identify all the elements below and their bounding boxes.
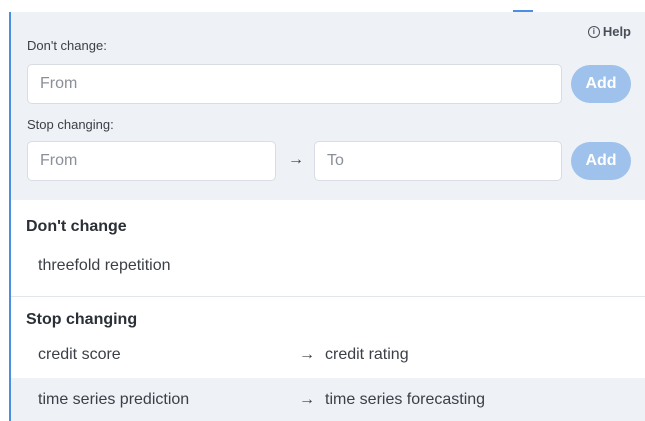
dont-change-from-input[interactable]	[27, 64, 562, 104]
word-replacement-settings: i Help Don't change: Add Stop changing: …	[0, 0, 645, 421]
stop-changing-row[interactable]: time series prediction → time series for…	[11, 378, 645, 421]
help-link[interactable]: i Help	[587, 24, 631, 39]
section-divider	[11, 296, 645, 297]
info-icon: i	[587, 25, 600, 38]
dont-change-label: Don't change:	[27, 38, 107, 53]
arrow-icon: →	[299, 346, 315, 363]
stop-changing-section-title: Stop changing	[26, 311, 138, 328]
dont-change-section-title: Don't change	[26, 218, 127, 235]
dont-change-item[interactable]: threefold repetition	[38, 257, 171, 275]
stop-changing-add-button[interactable]: Add	[571, 142, 631, 180]
stop-changing-label: Stop changing:	[27, 117, 114, 132]
stop-changing-to-input[interactable]	[314, 141, 562, 181]
row-to-text: credit rating	[325, 346, 409, 363]
rules-form-panel: i Help Don't change: Add Stop changing: …	[11, 12, 645, 200]
stop-changing-from-input[interactable]	[27, 141, 276, 181]
help-label: Help	[602, 24, 631, 39]
row-from-text: credit score	[38, 346, 121, 363]
arrow-icon: →	[288, 151, 304, 168]
stop-changing-row[interactable]: credit score → credit rating	[11, 334, 645, 378]
row-to-text: time series forecasting	[325, 391, 486, 408]
arrow-icon: →	[299, 391, 315, 408]
row-from-text: time series prediction	[38, 391, 190, 408]
dont-change-add-button[interactable]: Add	[571, 65, 631, 103]
